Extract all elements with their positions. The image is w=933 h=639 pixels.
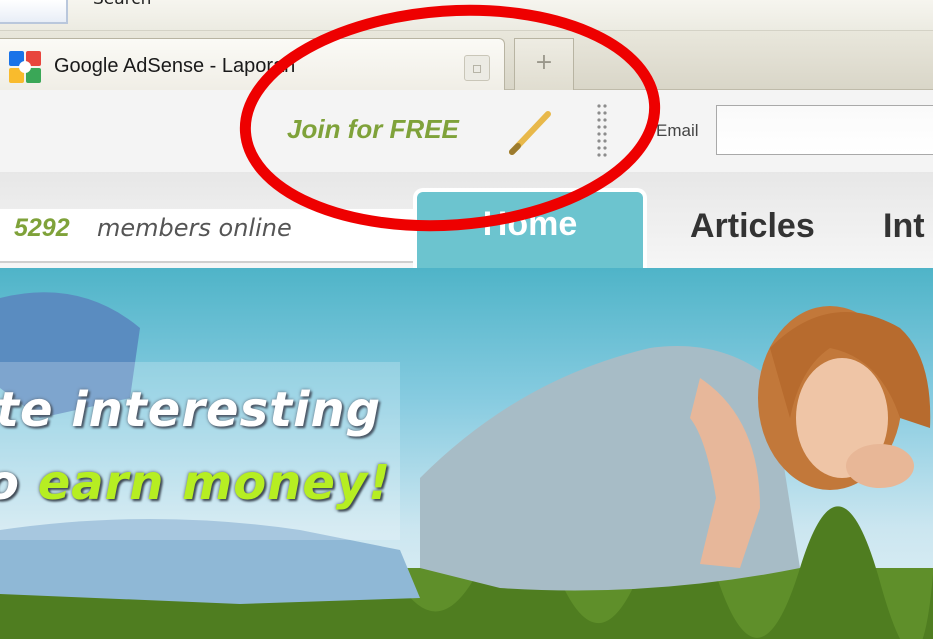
hero-illustration: [0, 292, 933, 639]
members-online-label: members online: [97, 214, 292, 242]
nav-tab-home-label[interactable]: Home: [413, 205, 647, 244]
join-for-free-link[interactable]: Join for FREE: [287, 114, 459, 145]
members-count: 5292: [14, 214, 70, 242]
pencil-icon: [509, 111, 551, 155]
hero-banner: [0, 268, 933, 639]
tab-title: Google AdSense - Laporan: [54, 55, 296, 77]
new-tab-button[interactable]: +: [514, 38, 574, 90]
email-label: Email: [656, 121, 699, 140]
tab-close-icon[interactable]: ▫: [464, 55, 490, 81]
google-favicon-icon: [9, 51, 41, 83]
nav-tab-int[interactable]: Int: [883, 207, 925, 246]
email-input[interactable]: [716, 105, 933, 155]
nav-tab-articles[interactable]: Articles: [690, 207, 815, 246]
toolbar-box[interactable]: [0, 0, 68, 24]
hero-tagline-line1: te interesting: [0, 382, 382, 438]
menu-search-item[interactable]: Search: [93, 0, 151, 9]
header-divider: [597, 104, 607, 157]
hero-tagline-line2: o earn money!: [0, 455, 391, 511]
hero-tagline-accent: earn money!: [37, 455, 392, 511]
hero-tagline-prefix: o: [0, 455, 38, 511]
